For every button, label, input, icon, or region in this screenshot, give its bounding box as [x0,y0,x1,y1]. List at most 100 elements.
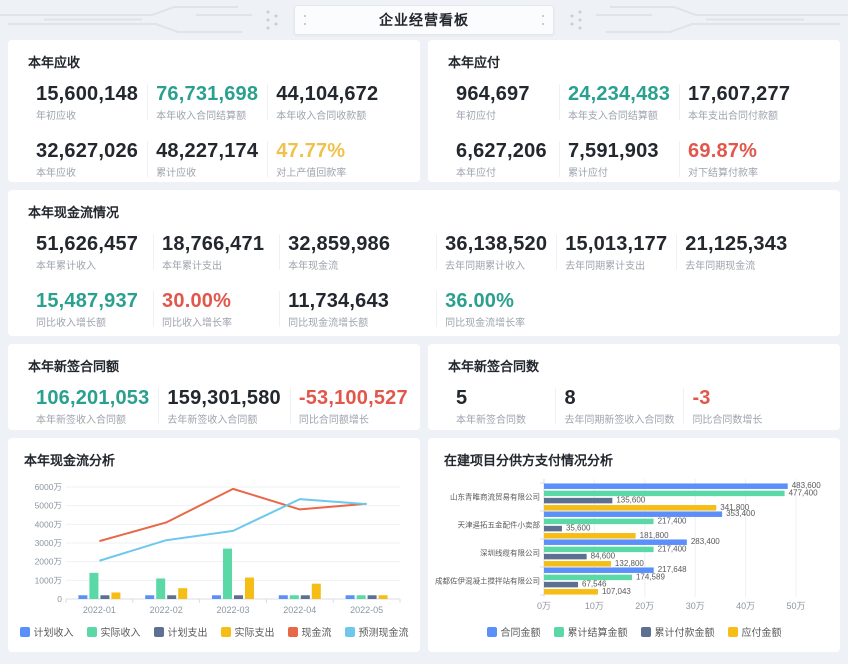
receivable-stats: 15,600,148年初应收76,731,698本年收入合同结算额44,104,… [28,81,400,181]
stat-item: 24,234,483本年支入合同结算额 [560,81,680,124]
stat-value: 44,104,672 [276,81,390,107]
bar-累计付款金额 [544,582,578,588]
stat-label: 本年应付 [456,166,550,181]
chart-title-supplier-payment: 在建项目分供方支付情况分析 [444,450,824,469]
bar-应付金额 [544,533,636,539]
bar-计划收入 [346,595,355,599]
legend-label: 预测现金流 [359,624,409,639]
stat-item: 44,104,672 本年收入合同收款额 [268,81,400,124]
bar-计划支出 [167,595,176,599]
legend-item-预测现金流[interactable]: 预测现金流 [345,624,409,639]
x-axis-tick-label: 40万 [736,601,755,611]
header-circuit-decoration-left [0,2,286,38]
stat-item: 21,125,343去年同期现金流 [677,231,820,274]
stat-item: 15,487,937同比收入增长额 [28,288,154,331]
bar-value-label: 353,400 [726,509,755,518]
stat-label: 本年收入合同收款额 [276,109,390,124]
bar-实际收入 [290,595,299,599]
bar-累计结算金额 [544,519,654,525]
bar-实际支出 [379,595,388,599]
x-axis-category-label: 2022-02 [150,605,183,615]
legend-swatch-icon [487,627,497,637]
chart-title-cashflow-analysis: 本年现金流分析 [24,450,404,469]
supplier-chart-legend: 合同金额累计结算金额 累计付款金额 应付金额 [444,624,824,639]
x-axis-category-label: 2022-04 [283,605,316,615]
y-axis-tick-label: 5000万 [35,501,62,511]
legend-item-计划收入[interactable]: 计划收入 [20,624,74,639]
stat-label: 同比合同数增长 [692,413,810,428]
legend-label: 现金流 [302,624,332,639]
x-axis-tick-label: 10万 [585,601,604,611]
stat-label: 去年新签收入合同额 [167,413,280,428]
stat-value: 51,626,457 [36,231,144,257]
x-axis-tick-label: 30万 [686,601,705,611]
bar-实际收入 [223,549,232,599]
bar-实际支出 [245,578,254,599]
bar-value-label: 477,400 [789,488,818,497]
stat-value: 159,301,580 [167,385,280,411]
stat-value: 5 [456,385,546,411]
bar-累计付款金额 [544,526,562,532]
legend-label: 合同金额 [501,624,541,639]
stat-value: 32,627,026 [36,138,138,164]
stat-label: 同比现金流增长率 [445,316,547,331]
bar-计划支出 [100,595,109,599]
bar-计划收入 [145,595,154,599]
y-axis-tick-label: 2000万 [35,557,62,567]
supplier-payment-bar-chart: 0万10万20万30万40万50万山东青睢商流贸易有限公司483,600477,… [444,479,824,621]
stat-item: 17,607,277本年支出合同付款额 [680,81,820,124]
legend-item-累计结算金额[interactable]: 累计结算金额 [554,624,628,639]
legend-swatch-icon [728,627,738,637]
bar-value-label: 174,589 [636,572,665,581]
stat-item: 76,731,698本年收入合同结算额 [148,81,268,124]
bar-实际收入 [89,573,98,599]
card-title-cashflow: 本年现金流情况 [28,202,820,221]
stat-label: 年初应付 [456,109,550,124]
legend-item-计划支出[interactable]: 计划支出 [154,624,208,639]
legend-item-应付金额[interactable]: 应付金额 [728,624,782,639]
cashflow-combo-chart: 01000万2000万3000万4000万5000万6000万2022-0120… [24,479,404,621]
y-axis-tick-label: 1000万 [35,575,62,585]
stat-value: 30.00% [162,288,270,314]
header-circuit-decoration-right [562,2,848,38]
legend-item-实际支出[interactable]: 实际支出 [221,624,275,639]
legend-swatch-icon [345,627,355,637]
enterprise-dashboard: 企业经营看板 本年应收 15,600,148年初应收76,731,698本年收入… [0,0,848,664]
line-现金流 [99,489,366,541]
x-axis-tick-label: 50万 [786,601,805,611]
legend-swatch-icon [87,627,97,637]
card-new-contract-count: 本年新签合同数 5本年新签合同数8去年同期新签收入合同数-3同比合同数增长 [428,344,840,430]
card-title-receivable: 本年应收 [28,52,400,71]
legend-item-现金流[interactable]: 现金流 [288,624,332,639]
stat-label: 年初应收 [36,109,138,124]
stat-value: 48,227,174 [156,138,258,164]
contract-amount-stats: 106,201,053本年新签收入合同额159,301,580去年新签收入合同额… [28,385,400,428]
x-axis-tick-label: 20万 [635,601,654,611]
stat-label: 对下结算付款率 [688,166,810,181]
stat-value: 47.77% [276,138,390,164]
x-axis-category-label: 2022-05 [350,605,383,615]
legend-item-合同金额[interactable]: 合同金额 [487,624,541,639]
card-title-contract-count: 本年新签合同数 [448,356,820,375]
stat-item: 159,301,580 去年新签收入合同额 [159,385,290,428]
bar-应付金额 [544,589,598,595]
legend-label: 累计付款金额 [655,624,715,639]
bar-计划收入 [78,595,87,599]
bar-实际支出 [312,584,321,599]
card-supplier-payment-chart: 在建项目分供方支付情况分析 0万10万20万30万40万50万山东青睢商流贸易有… [428,438,840,652]
title-box-dots-right [542,15,544,17]
bar-计划支出 [368,595,377,599]
legend-label: 应付金额 [742,624,782,639]
stat-item: 18,766,471本年累计支出 [154,231,280,274]
stat-label: 本年现金流 [288,259,427,274]
legend-swatch-icon [20,627,30,637]
legend-item-累计付款金额[interactable]: 累计付款金额 [641,624,715,639]
bar-value-label: 283,400 [691,537,720,546]
stat-item: 69.87%对下结算付款率 [680,138,820,181]
legend-item-实际收入[interactable]: 实际收入 [87,624,141,639]
card-title-payable: 本年应付 [448,52,820,71]
stat-value: -3 [692,385,810,411]
stat-value: 15,600,148 [36,81,138,107]
stat-value: 17,607,277 [688,81,810,107]
bar-实际收入 [357,595,366,599]
